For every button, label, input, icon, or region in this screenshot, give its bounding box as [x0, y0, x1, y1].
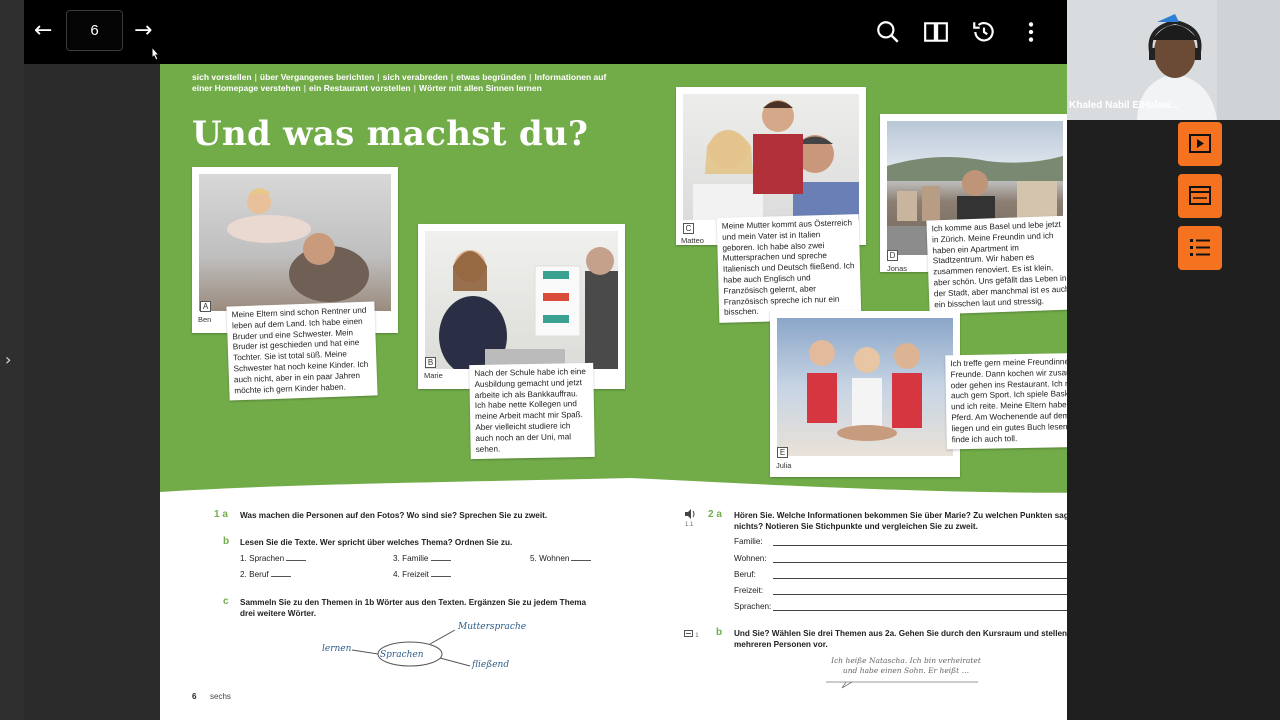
mouse-cursor-icon — [151, 46, 161, 61]
speech-bubble-text: Ich heiße Natascha. Ich bin verheiratet … — [831, 656, 981, 675]
ex1b-item[interactable]: 2. Beruf — [240, 570, 291, 579]
list-icon — [1190, 239, 1210, 256]
ex2a-label-sprachen: Sprachen: — [734, 602, 772, 611]
exercise-1a-number: 1 a — [214, 509, 228, 520]
participant-name: Khaled Nabil ElHalaw... — [1069, 100, 1179, 111]
viewer-toolbar: ← 6 → — [24, 0, 1067, 64]
topic-separator: | — [529, 72, 532, 82]
audio-track-number: 1.1 — [685, 522, 694, 528]
left-panel-strip[interactable]: › — [0, 0, 24, 720]
ex1b-item[interactable]: 4. Freizeit — [393, 570, 451, 579]
kursraum-icon — [684, 630, 693, 637]
ex1b-item[interactable]: 3. Familie — [393, 554, 451, 563]
ex2a-line-wohnen[interactable] — [773, 562, 1111, 563]
topic-separator: | — [303, 83, 307, 93]
father-daughter-illustration — [227, 188, 369, 302]
photo-matteo — [683, 94, 859, 220]
topic-separator: | — [450, 72, 454, 82]
exercise-2a-number: 2 a — [708, 509, 722, 520]
topic-item: Wörter mit allen Sinnen lernen — [419, 83, 542, 93]
photo-letter: E — [777, 447, 788, 458]
person-name: Jonas — [887, 264, 908, 273]
search-icon[interactable] — [875, 19, 901, 45]
ex1b-item[interactable]: 1. Sprachen — [240, 554, 307, 563]
basketball-team-illustration — [807, 340, 922, 441]
topic-item: über Vergangenes berichten — [259, 72, 375, 82]
caption-ben: Meine Eltern sind schon Rentner und lebe… — [226, 301, 378, 401]
exercise-2b-number: b — [716, 627, 723, 638]
screen: › ← 6 → sich vorstellen | über Vergangen… — [0, 0, 1280, 720]
topic-separator: | — [254, 72, 257, 82]
exercise-2b-marker: 1 — [684, 630, 699, 639]
photo-letter: B — [425, 357, 436, 368]
person-name: Julia — [776, 461, 792, 470]
ex2a-line-freizeit[interactable] — [773, 594, 1111, 595]
photo-letter: D — [887, 250, 898, 261]
more-vertical-icon[interactable] — [1018, 19, 1044, 45]
list-button[interactable] — [1178, 226, 1222, 270]
caption-matteo: Meine Mutter kommt aus Österreich und me… — [716, 214, 862, 324]
page-number-input[interactable]: 6 — [66, 10, 123, 51]
page-number-left: 6 — [192, 692, 197, 701]
exercise-2a-text: Hören Sie. Welche Informationen bekommen… — [734, 511, 1086, 531]
ex2a-line-familie[interactable] — [773, 545, 1111, 546]
mindmap-word: Muttersprache — [458, 622, 527, 632]
exercise-2b-text: Und Sie? Wählen Sie drei Themen aus 2a. … — [734, 629, 1101, 649]
ex2a-label-wohnen: Wohnen: — [734, 554, 767, 563]
ex1b-item[interactable]: 5. Wohnen — [530, 554, 592, 563]
caption-marie: Nach der Schule habe ich eine Ausbildung… — [469, 362, 595, 460]
play-video-button[interactable] — [1178, 122, 1222, 166]
photo-letter: A — [200, 301, 211, 312]
topics-line-2: einer Homepage verstehen | ein Restaurant … — [192, 83, 612, 94]
photo-marie — [425, 231, 618, 369]
play-video-icon — [1189, 134, 1211, 153]
person-name: Matteo — [681, 236, 704, 245]
ex2a-label-beruf: Beruf: — [734, 570, 756, 579]
mindmap-word: lernen — [322, 644, 352, 654]
topic-item: einer Homepage verstehen — [192, 83, 301, 93]
exercise-1b-text: Lesen Sie die Texte. Wer spricht über we… — [240, 538, 513, 547]
family-illustration — [693, 100, 859, 220]
photo-ben — [199, 174, 391, 311]
exercise-1b-number: b — [223, 536, 230, 547]
photo-card-e: E Julia — [770, 311, 960, 477]
wave-edge — [160, 478, 1142, 514]
caption-jonas: Ich komme aus Basel und lebe jetzt in Zü… — [926, 215, 1076, 315]
book-spread: sich vorstellen | über Vergangenes bericht… — [160, 64, 1142, 720]
chevron-right-icon[interactable]: › — [5, 350, 11, 369]
photo-julia — [777, 318, 953, 456]
speech-bubble-line — [826, 681, 978, 689]
topic-separator: | — [413, 83, 416, 93]
person-name: Ben — [198, 315, 212, 324]
topic-item: sich vorstellen — [192, 72, 252, 82]
topic-separator: | — [377, 72, 380, 82]
exercise-1c-number: c — [223, 596, 229, 607]
topic-item: Informationen auf — [534, 72, 607, 82]
browser-window-icon — [1189, 186, 1211, 205]
topics-list: sich vorstellen | über Vergangenes bericht… — [192, 72, 612, 94]
arrow-left-icon[interactable]: ← — [34, 18, 52, 44]
office-meeting-illustration — [439, 247, 618, 369]
book-icon[interactable] — [923, 19, 949, 45]
arrow-right-icon[interactable]: → — [134, 18, 152, 44]
page-title: Und was machst du? — [192, 114, 589, 154]
ex2a-line-sprachen[interactable] — [773, 610, 1111, 611]
topics-line-1: sich vorstellen | über Vergangenes bericht… — [192, 72, 612, 83]
mindmap-word: fließend — [472, 660, 510, 670]
browser-window-button[interactable] — [1178, 174, 1222, 218]
ex2a-line-beruf[interactable] — [773, 578, 1111, 579]
mindmap-center: Sprachen — [380, 650, 424, 660]
topic-item: ein Restaurant vorstellen — [309, 83, 411, 93]
ex2a-label-familie: Familie: — [734, 537, 763, 546]
topic-item: sich verabreden — [382, 72, 448, 82]
page-word-left: sechs — [210, 692, 231, 701]
history-icon[interactable] — [971, 19, 997, 45]
ex2a-label-freizeit: Freizeit: — [734, 586, 764, 595]
audio-speaker-icon[interactable] — [684, 508, 696, 520]
person-name: Marie — [424, 371, 443, 380]
topic-item: etwas begründen — [456, 72, 527, 82]
photo-letter: C — [683, 223, 694, 234]
exercise-1a-text: Was machen die Personen auf den Fotos? W… — [240, 511, 548, 520]
